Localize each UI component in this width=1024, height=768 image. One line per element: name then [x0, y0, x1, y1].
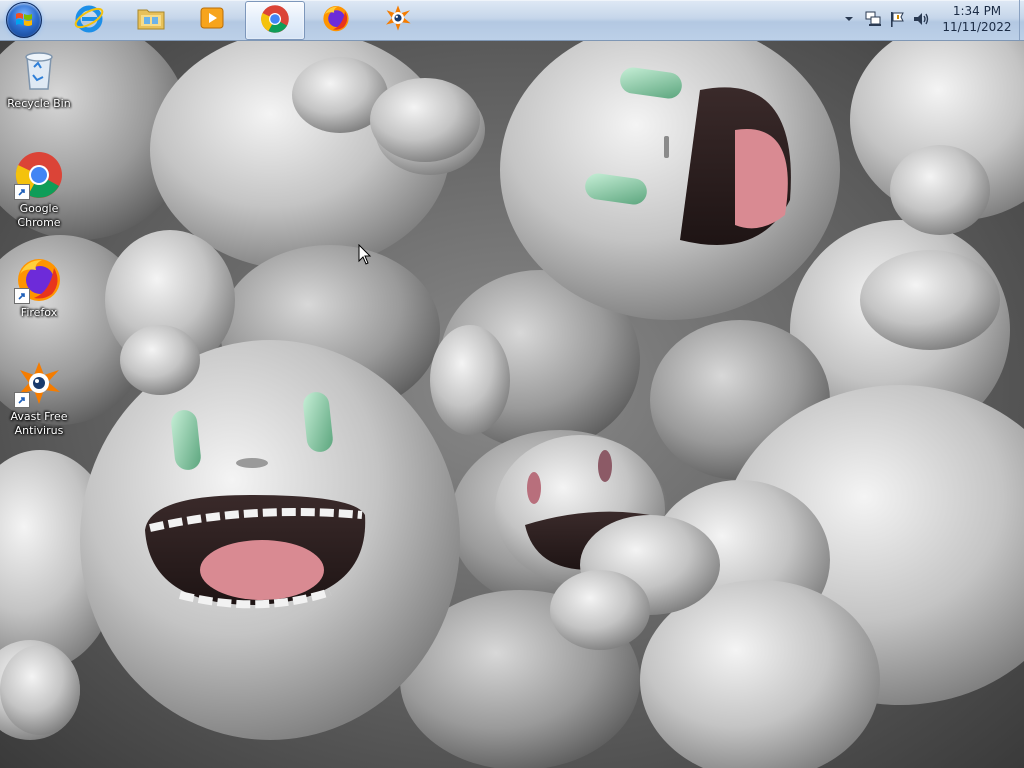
media-player-icon: [198, 4, 226, 36]
desktop-icon-recycle-bin[interactable]: Recycle Bin: [2, 45, 76, 111]
desktop-icon-label: Recycle Bin: [7, 97, 71, 110]
chrome-icon: [14, 150, 64, 200]
firefox-icon: [14, 254, 64, 304]
show-desktop-button[interactable]: [1019, 0, 1024, 40]
show-hidden-icons-chevron-icon[interactable]: [840, 10, 858, 28]
shortcut-arrow-icon: [14, 184, 30, 200]
avast-icon: [14, 358, 64, 408]
file-explorer-icon: [135, 2, 167, 38]
desktop-wallpaper: [0, 0, 1024, 768]
avast-icon: [383, 3, 413, 37]
taskbar-clock[interactable]: 1:34 PM 11/11/2022: [936, 3, 1018, 35]
taskbar-file-explorer[interactable]: [122, 1, 180, 38]
windows-logo-icon: [6, 2, 42, 38]
taskbar-media-player[interactable]: [183, 1, 241, 38]
desktop-icon-label: Avast Free Antivirus: [10, 410, 68, 437]
system-tray: 1:34 PM 11/11/2022: [834, 0, 1024, 40]
desktop-icon-firefox[interactable]: Firefox: [2, 254, 76, 320]
recycle-bin-icon: [14, 45, 64, 95]
volume-icon[interactable]: [912, 10, 930, 28]
clock-date: 11/11/2022: [942, 20, 1012, 34]
taskbar-avast[interactable]: [369, 1, 427, 38]
desktop-icon-label: Firefox: [20, 306, 58, 319]
taskbar: 1:34 PM 11/11/2022: [0, 0, 1024, 41]
desktop-icon-avast[interactable]: Avast Free Antivirus: [2, 358, 76, 438]
internet-explorer-icon: [73, 2, 105, 38]
shortcut-arrow-icon: [14, 288, 30, 304]
taskbar-internet-explorer[interactable]: [60, 1, 118, 38]
taskbar-google-chrome[interactable]: [245, 1, 305, 40]
desktop-icon-google-chrome[interactable]: Google Chrome: [2, 150, 76, 230]
network-icon[interactable]: [864, 10, 882, 28]
clock-time: 1:34 PM: [952, 4, 1002, 18]
chrome-icon: [260, 4, 290, 38]
action-center-flag-icon[interactable]: [888, 10, 906, 28]
shortcut-arrow-icon: [14, 392, 30, 408]
taskbar-firefox[interactable]: [307, 1, 365, 38]
wallpaper-art: [0, 20, 1024, 768]
mouse-cursor-icon: [358, 243, 372, 266]
desktop-icon-label: Google Chrome: [17, 202, 61, 229]
start-button[interactable]: [4, 2, 44, 38]
firefox-icon: [321, 3, 351, 37]
